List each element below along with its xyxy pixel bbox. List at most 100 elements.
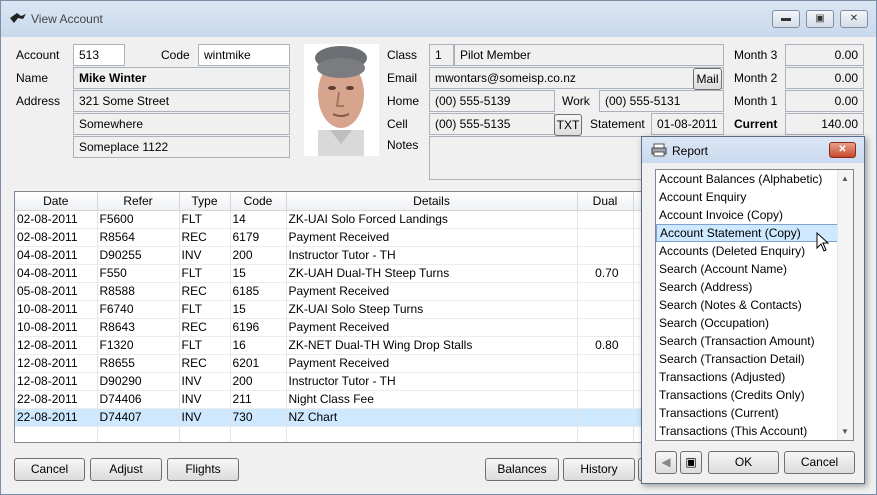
table-cell [577,210,634,229]
table-cell-empty [97,426,180,442]
table-row[interactable]: 22-08-2011 D74407 INV 730 NZ Chart [15,408,653,427]
report-list-item[interactable]: Transactions (Adjusted) [656,368,853,386]
report-list-item[interactable]: Account Enquiry [656,188,853,206]
transactions-grid[interactable]: Date Refer Type Code Details Dual 02-08-… [14,191,654,443]
table-cell [577,372,634,391]
table-cell: D74407 [97,408,180,427]
scroll-down-icon[interactable]: ▼ [841,427,849,436]
class-label: Class [387,48,418,62]
table-cell: 02-08-2011 [15,210,98,229]
column-header-details[interactable]: Details [286,192,578,211]
table-cell: 12-08-2011 [15,336,98,355]
table-cell: 211 [230,390,287,409]
table-row[interactable]: 05-08-2011 R8588 REC 6185 Payment Received [15,282,653,301]
save-button[interactable]: ▣ [680,451,702,474]
report-list-item[interactable]: Search (Occupation) [656,314,853,332]
column-header-date[interactable]: Date [15,192,98,211]
table-cell: INV [179,246,231,265]
table-cell: R8643 [97,318,180,337]
table-cell: 15 [230,300,287,319]
title-bar[interactable]: View Account ▬ ▣ ✕ [1,1,876,37]
name-field[interactable]: Mike Winter [73,67,290,89]
table-row[interactable]: 02-08-2011 F5600 FLT 14 ZK-UAI Solo Forced L… [15,210,653,229]
column-header-code[interactable]: Code [230,192,287,211]
table-cell: 02-08-2011 [15,228,98,247]
table-row[interactable]: 12-08-2011 D90290 INV 200 Instructor Tutor -… [15,372,653,391]
table-row[interactable]: 22-08-2011 D74406 INV 211 Night Class Fee [15,390,653,409]
table-cell [577,390,634,409]
report-list-item[interactable]: Transactions (This Account) [656,422,853,440]
table-cell: F1320 [97,336,180,355]
history-button[interactable]: History [563,458,635,481]
minimize-button[interactable]: ▬ [772,10,800,28]
table-cell: D74406 [97,390,180,409]
txt-button[interactable]: TXT [554,114,582,136]
report-dialog-title-bar[interactable]: Report ✕ [642,137,864,163]
table-row[interactable]: 12-08-2011 F1320 FLT 16 ZK-NET Dual-TH Wing … [15,336,653,355]
close-icon: ✕ [849,13,859,24]
table-cell: 200 [230,246,287,265]
mail-button[interactable]: Mail [693,68,722,90]
table-cell: R8564 [97,228,180,247]
column-header-dual[interactable]: Dual [577,192,634,211]
table-cell [577,354,634,373]
month3-balance-field[interactable]: 0.00 [785,44,864,66]
report-list-item[interactable]: Search (Address) [656,278,853,296]
table-cell: Night Class Fee [286,390,578,409]
table-row[interactable]: 02-08-2011 R8564 REC 6179 Payment Received [15,228,653,247]
report-list-item[interactable]: Account Balances (Alphabetic) [656,170,853,188]
table-row[interactable]: 10-08-2011 R8643 REC 6196 Payment Received [15,318,653,337]
previous-button[interactable]: ◀ [655,451,677,474]
report-list-scrollbar[interactable]: ▲ ▼ [837,170,853,440]
table-cell: 15 [230,264,287,283]
home-phone-field[interactable]: (00) 555-5139 [429,90,555,112]
report-list-item[interactable]: Search (Transaction Detail) [656,350,853,368]
flights-button[interactable]: Flights [167,458,239,481]
column-header-type[interactable]: Type [179,192,231,211]
report-cancel-button[interactable]: Cancel [784,451,855,474]
report-list-item[interactable]: Search (Notes & Contacts) [656,296,853,314]
current-balance-field[interactable]: 140.00 [785,113,864,135]
cancel-button[interactable]: Cancel [14,458,85,481]
code-field[interactable]: wintmike [198,44,290,66]
member-photo-portrait [304,44,379,156]
report-list-item[interactable]: Transactions (Credits Only) [656,386,853,404]
report-list-item[interactable]: Account Invoice (Copy) [656,206,853,224]
report-dialog-close-button[interactable]: ✕ [829,142,856,158]
address-line1-field[interactable]: 321 Some Street [73,90,290,112]
month2-balance-field[interactable]: 0.00 [785,67,864,89]
account-number-field[interactable]: 513 [73,44,125,66]
report-list-item[interactable]: Search (Transaction Amount) [656,332,853,350]
report-ok-button[interactable]: OK [708,451,779,474]
report-list-item[interactable]: Search (Account Name) [656,260,853,278]
address-line3-field[interactable]: Someplace 1122 [73,136,290,158]
adjust-button[interactable]: Adjust [90,458,162,481]
report-list[interactable]: Account Balances (Alphabetic) Account Enq… [655,169,854,441]
table-cell: 730 [230,408,287,427]
class-number-field[interactable]: 1 [429,44,454,66]
close-button[interactable]: ✕ [840,10,868,28]
table-cell [577,228,634,247]
work-phone-field[interactable]: (00) 555-5131 [599,90,724,112]
cell-phone-field[interactable]: (00) 555-5135 [429,113,555,135]
table-row[interactable]: 12-08-2011 R8655 REC 6201 Payment Received [15,354,653,373]
balances-button[interactable]: Balances [485,458,559,481]
notes-field[interactable] [429,136,642,180]
table-cell-empty [286,426,578,442]
scroll-up-icon[interactable]: ▲ [841,174,849,183]
account-label: Account [16,48,60,62]
address-line2-field[interactable]: Somewhere [73,113,290,135]
address-label: Address [16,94,61,108]
maximize-button[interactable]: ▣ [806,10,834,28]
class-name-field[interactable]: Pilot Member [454,44,724,66]
table-cell: 6196 [230,318,287,337]
statement-date-field[interactable]: 01-08-2011 [651,113,724,135]
column-header-refer[interactable]: Refer [97,192,180,211]
table-row[interactable]: 10-08-2011 F6740 FLT 15 ZK-UAI Solo Steep Tu… [15,300,653,319]
email-field[interactable]: mwontars@someisp.co.nz [429,67,724,89]
report-list-item[interactable]: Transactions (Current) [656,404,853,422]
month2-label: Month 2 [734,71,778,85]
month1-balance-field[interactable]: 0.00 [785,90,864,112]
table-row[interactable]: 04-08-2011 D90255 INV 200 Instructor Tutor -… [15,246,653,265]
table-row[interactable]: 04-08-2011 F550 FLT 15 ZK-UAH Dual-TH Steep … [15,264,653,283]
